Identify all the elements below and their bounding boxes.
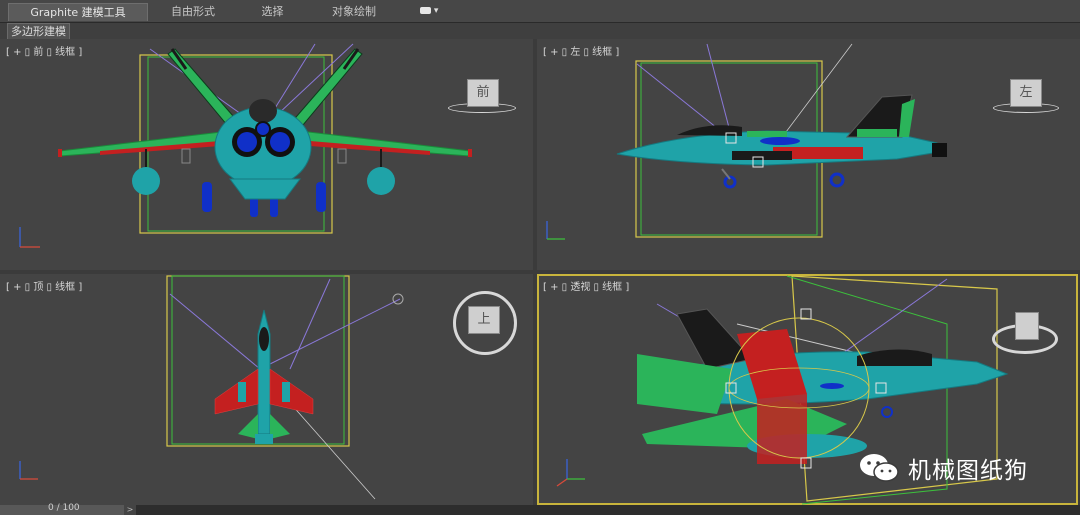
front-wireframe-scene — [19, 43, 472, 248]
watermark-text: 机械图纸狗 — [908, 458, 1028, 484]
ribbon-menu-icon — [420, 7, 431, 14]
viewport-front[interactable]: [ + ▯ 前 ▯ 线框 ] 前 — [0, 39, 533, 270]
view-cube-icon[interactable]: 上 — [468, 306, 500, 334]
time-slider-bar: < 0 / 100 > — [0, 503, 1080, 515]
frame-counter: 0 / 100 — [48, 503, 80, 513]
graphite-ribbon: Graphite 建模工具 自由形式 选择 对象绘制 ▾ — [0, 0, 1080, 23]
tab-selection[interactable]: 选择 — [250, 3, 295, 20]
time-slider[interactable]: 0 / 100 — [0, 503, 136, 515]
top-wireframe-scene — [19, 275, 404, 500]
viewport-top[interactable]: [ + ▯ 顶 ▯ 线框 ] 上 — [0, 274, 533, 505]
viewport-label-front[interactable]: [ + ▯ 前 ▯ 线框 ] — [6, 43, 82, 58]
watermark: 机械图纸狗 — [858, 448, 1028, 488]
viewport-left[interactable]: [ + ▯ 左 ▯ 线框 ] 左 — [537, 39, 1080, 270]
view-cube-icon[interactable]: 前 — [467, 79, 499, 107]
tab-object-paint[interactable]: 对象绘制 — [318, 3, 390, 20]
viewport-label-perspective[interactable]: [ + ▯ 透视 ▯ 线框 ] — [543, 278, 629, 293]
next-frame-button[interactable]: > — [124, 505, 136, 515]
tab-polygon-modeling[interactable]: 多边形建模 — [7, 23, 70, 40]
view-cube-icon[interactable]: 左 — [1010, 79, 1042, 107]
ribbon-menu-dropdown[interactable]: ▾ — [420, 6, 440, 16]
ribbon-subbar: 多边形建模 — [0, 23, 1080, 40]
tab-freeform[interactable]: 自由形式 — [158, 3, 228, 20]
viewport-label-left[interactable]: [ + ▯ 左 ▯ 线框 ] — [543, 43, 619, 58]
wechat-icon — [860, 454, 899, 482]
view-cube-icon[interactable] — [1015, 312, 1039, 340]
tab-graphite-modeling[interactable]: Graphite 建模工具 — [8, 3, 148, 21]
left-wireframe-scene — [546, 43, 947, 240]
viewport-label-top[interactable]: [ + ▯ 顶 ▯ 线框 ] — [6, 278, 82, 293]
